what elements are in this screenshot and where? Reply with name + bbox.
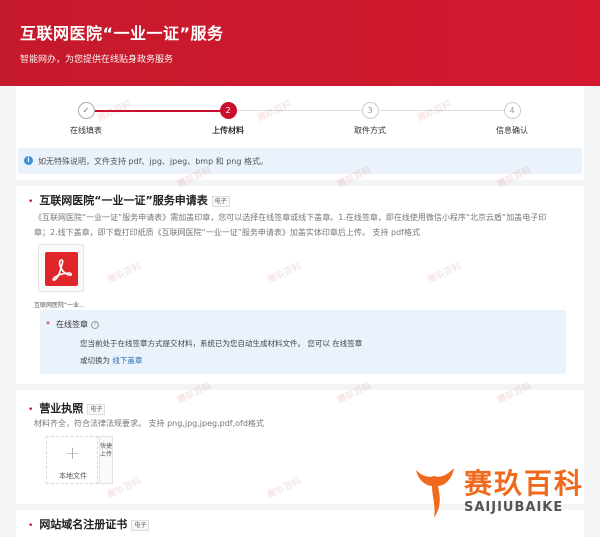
- description-line: 章；2.线下盖章，即下载打印纸质《互联网医院“一业一证”服务申请表》加盖实体印章…: [34, 228, 420, 237]
- step-number: 3: [361, 102, 379, 119]
- section-title-domain-certificate: • 网站域名注册证书 电子: [28, 516, 150, 532]
- switch-prefix: 或切换为: [80, 356, 110, 365]
- section-title-application-form: • 互联网医院“一业一证”服务申请表 电子: [28, 192, 230, 208]
- electronic-tag: 电子: [131, 519, 150, 531]
- brand-pinyin: SAIJIUBAIKE: [464, 500, 564, 515]
- step-confirm-info[interactable]: 4 信息确认: [472, 102, 552, 136]
- watermark: 赛玖百科: [426, 261, 464, 287]
- step-label: 取件方式: [354, 126, 386, 135]
- required-marker: •: [28, 197, 34, 207]
- step-number: 4: [503, 102, 521, 119]
- help-icon[interactable]: ?: [91, 320, 99, 329]
- online-sign-label: * 在线签章?: [46, 319, 99, 330]
- step-progress: ✓ 在线填表 2 上传材料 3 取件方式 4 信息确认: [16, 86, 584, 144]
- section-title-business-license: • 营业执照 电子: [28, 400, 106, 416]
- section-divider: [16, 384, 584, 390]
- page-title: 互联网医院“一业一证”服务: [20, 24, 224, 43]
- sign-switch-row: 或切换为 线下盖章: [80, 355, 142, 366]
- section-title-text: 网站域名注册证书: [39, 518, 128, 531]
- pdf-icon: [45, 252, 78, 286]
- brand-watermark-logo: 赛玖百科 SAIJIUBAIKE: [412, 458, 592, 528]
- step-upload-materials[interactable]: 2 上传材料: [188, 102, 268, 136]
- quick-upload-button[interactable]: 快捷上传: [99, 436, 113, 484]
- required-marker: •: [28, 405, 34, 415]
- step-label: 在线填表: [70, 126, 102, 135]
- offline-stamp-link[interactable]: 线下盖章: [112, 356, 142, 365]
- page-header: 互联网医院“一业一证”服务 智能网办，为您提供在线贴身政务服务: [0, 0, 600, 86]
- whale-tail-icon: [416, 468, 454, 518]
- step-pickup-method[interactable]: 3 取件方式: [330, 102, 410, 136]
- section-title-text: 互联网医院“一业一证”服务申请表: [39, 194, 208, 207]
- page-subtitle: 智能网办，为您提供在线贴身政务服务: [20, 55, 174, 65]
- section-title-text: 营业执照: [39, 402, 84, 415]
- section-description: 材料齐全，符合法律法规要求。 支持 png,jpg,jpeg,pdf,ofd格式: [34, 419, 264, 428]
- step-check-icon: ✓: [77, 102, 95, 119]
- notice-text: 如无特殊说明，文件支持 pdf、jpg、jpeg、bmp 和 png 格式。: [38, 157, 268, 166]
- info-icon: i: [24, 156, 33, 165]
- pdf-file-thumbnail[interactable]: [38, 244, 84, 292]
- sign-status-text: 您当前处于在线签章方式提交材料，系统已为您自动生成材料文件。 您可以 在线签章: [80, 339, 363, 348]
- required-marker: •: [28, 521, 34, 531]
- watermark: 赛玖百科: [266, 476, 304, 502]
- section-description: 《互联网医院“一业一证”服务申请表》需加盖印章，您可以选择在线签章或线下盖章。1…: [34, 210, 582, 240]
- watermark: 赛玖百科: [266, 261, 304, 287]
- sign-label-text: 在线签章: [56, 320, 88, 329]
- description-line: 《互联网医院“一业一证”服务申请表》需加盖印章，您可以选择在线签章或线下盖章。1…: [34, 213, 547, 222]
- step-fill-form[interactable]: ✓ 在线填表: [46, 102, 126, 136]
- brand-name: 赛玖百科: [464, 467, 585, 500]
- file-name: 互联网医院“一业...: [34, 302, 85, 309]
- online-sign-panel: * 在线签章? 您当前处于在线签章方式提交材料，系统已为您自动生成材料文件。 您可…: [40, 310, 566, 374]
- watermark: 赛玖百科: [106, 261, 144, 287]
- step-label: 信息确认: [496, 126, 528, 135]
- electronic-tag: 电子: [87, 403, 106, 415]
- step-label: 上传材料: [212, 126, 244, 135]
- step-number: 2: [219, 102, 237, 119]
- upload-label: 本地文件: [59, 472, 87, 480]
- plus-icon: +: [65, 443, 81, 464]
- section-divider: [16, 180, 584, 186]
- format-notice: i 如无特殊说明，文件支持 pdf、jpg、jpeg、bmp 和 png 格式。: [18, 148, 582, 174]
- electronic-tag: 电子: [211, 195, 230, 207]
- required-marker: *: [46, 320, 50, 329]
- local-file-upload-button[interactable]: + 本地文件: [46, 436, 98, 484]
